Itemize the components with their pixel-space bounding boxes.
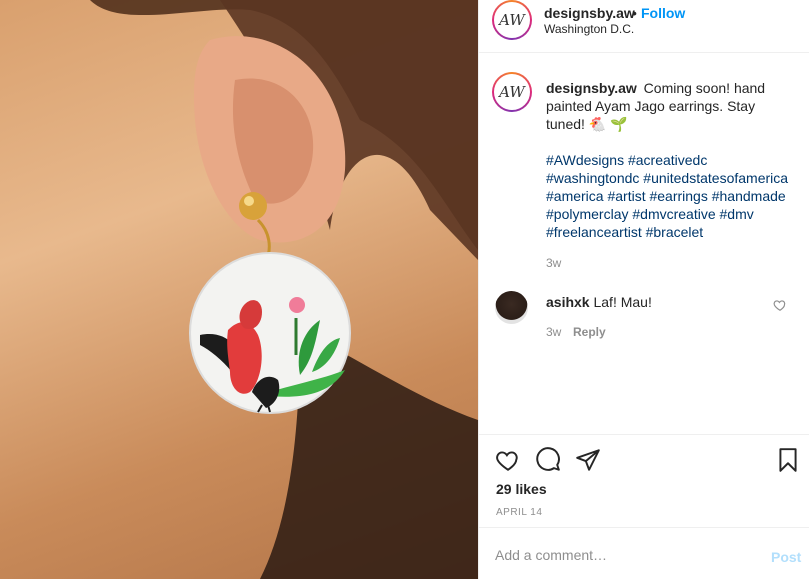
post-photo[interactable] <box>0 0 478 579</box>
like-comment-icon[interactable] <box>773 298 787 312</box>
account-avatar[interactable]: AW <box>492 0 532 40</box>
like-count[interactable]: 29 likes <box>496 481 547 497</box>
comment-body: Laf! Mau! <box>593 294 652 310</box>
avatar-logo-text: AW <box>494 2 530 38</box>
separator-dot: • <box>632 5 637 21</box>
account-username[interactable]: designsby.aw <box>544 5 635 21</box>
earring-photo-illustration <box>0 0 478 579</box>
post-comment-button[interactable]: Post <box>771 549 801 565</box>
follow-button[interactable]: Follow <box>641 5 685 21</box>
commenter-avatar[interactable] <box>495 291 528 324</box>
reply-button[interactable]: Reply <box>573 325 606 339</box>
like-heart-icon[interactable] <box>495 447 521 473</box>
comment-username[interactable]: asihxk <box>546 294 590 310</box>
save-bookmark-icon[interactable] <box>775 447 801 473</box>
comment-input[interactable] <box>495 547 755 563</box>
post-side-panel: AW designsby.aw • Follow Washington D.C.… <box>478 0 809 579</box>
share-send-icon[interactable] <box>575 447 601 473</box>
post-header: AW designsby.aw • Follow Washington D.C. <box>479 0 809 53</box>
add-comment-bar: Post <box>479 527 809 579</box>
caption-hashtags[interactable]: #AWdesigns #acreativedc #washingtondc #u… <box>546 151 801 241</box>
comment-bubble-icon[interactable] <box>535 447 561 473</box>
caption-avatar-logo-text: AW <box>494 74 530 110</box>
comment-item: asihxk Laf! Mau! 3w Reply <box>479 285 809 345</box>
caption-text: designsby.aw Coming soon! hand painted A… <box>546 79 796 133</box>
caption-time[interactable]: 3w <box>546 256 561 270</box>
comment-time[interactable]: 3w <box>546 325 561 339</box>
caption-username[interactable]: designsby.aw <box>546 80 637 96</box>
comment-text: asihxk Laf! Mau! <box>546 294 652 310</box>
post-date[interactable]: APRIL 14 <box>496 507 542 518</box>
post-actions: 29 likes APRIL 14 <box>479 434 809 524</box>
post-location[interactable]: Washington D.C. <box>544 22 634 36</box>
caption-avatar[interactable]: AW <box>492 72 532 112</box>
